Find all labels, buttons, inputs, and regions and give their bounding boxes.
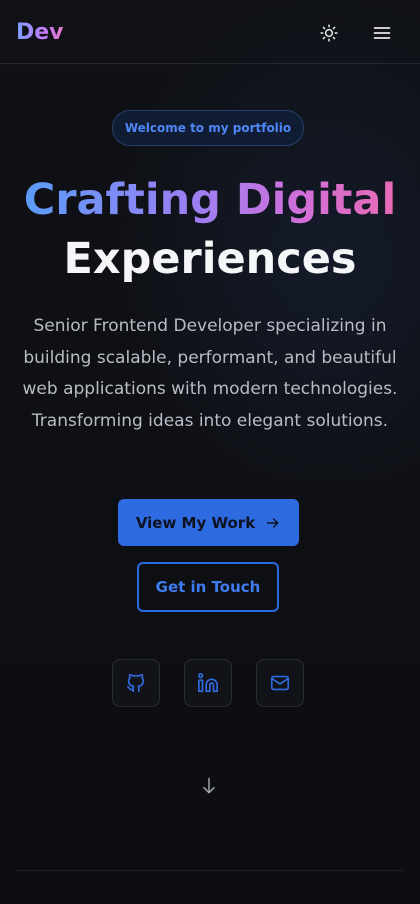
github-link[interactable] bbox=[112, 659, 160, 707]
theme-toggle-button[interactable] bbox=[315, 19, 343, 47]
hero-title-line2: Experiences bbox=[63, 234, 357, 284]
page: Dev Welcome to my portfolio Crafting Dig… bbox=[0, 0, 420, 904]
hero-title-line1: Crafting Digital bbox=[0, 172, 420, 228]
welcome-badge: Welcome to my portfolio bbox=[112, 110, 304, 146]
logo[interactable]: Dev bbox=[16, 19, 64, 47]
hero-description: Senior Frontend Developer specializing i… bbox=[22, 316, 398, 431]
arrow-right-icon bbox=[267, 517, 279, 528]
linkedin-icon bbox=[198, 673, 218, 693]
arrow-down-icon bbox=[203, 777, 215, 794]
github-icon bbox=[126, 673, 145, 693]
section-divider bbox=[16, 870, 404, 871]
sun-icon bbox=[320, 24, 338, 42]
scroll-down-button[interactable] bbox=[198, 774, 220, 798]
linkedin-link[interactable] bbox=[184, 659, 232, 707]
email-link[interactable] bbox=[256, 659, 304, 707]
view-my-work-button[interactable]: View My Work bbox=[118, 499, 299, 546]
site-header: Dev bbox=[0, 0, 420, 64]
hero-title-gradient-text: Crafting Digital bbox=[23, 175, 397, 225]
hamburger-menu-icon bbox=[373, 27, 391, 39]
view-my-work-label: View My Work bbox=[135, 513, 256, 532]
get-in-touch-button[interactable]: Get in Touch bbox=[137, 562, 279, 612]
mail-icon bbox=[270, 675, 290, 691]
menu-button[interactable] bbox=[368, 19, 396, 47]
